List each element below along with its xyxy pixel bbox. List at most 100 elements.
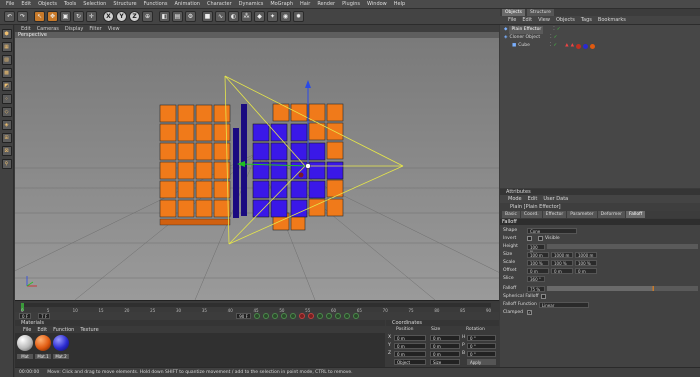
enabled-check-icon[interactable]: ✓ bbox=[554, 34, 558, 42]
start-frame-field[interactable]: 0 F bbox=[19, 313, 32, 319]
parameter-key-icon[interactable] bbox=[352, 313, 359, 319]
make-editable-icon[interactable]: ⬢ bbox=[1, 29, 12, 39]
rotation-key-icon[interactable] bbox=[343, 313, 350, 319]
position-z-field[interactable]: 0 m bbox=[394, 351, 426, 357]
end-frame-field[interactable]: 90 F bbox=[236, 313, 251, 319]
use-polygon-tool-icon[interactable]: ◈ bbox=[1, 120, 12, 130]
scale-key-icon[interactable] bbox=[334, 313, 341, 319]
previous-frame-icon[interactable] bbox=[262, 313, 269, 319]
redo-icon[interactable]: ↷ bbox=[17, 11, 28, 22]
menu-objects[interactable]: Objects bbox=[38, 1, 57, 7]
viewport-3d[interactable] bbox=[15, 38, 499, 300]
use-model-tool-icon[interactable]: ▦ bbox=[1, 42, 12, 52]
function-select[interactable]: Linear bbox=[538, 301, 589, 308]
attributes-menu-edit[interactable]: Edit bbox=[528, 196, 538, 202]
enabled-check-icon[interactable]: ✓ bbox=[557, 26, 561, 34]
x-axis-lock-icon[interactable]: X bbox=[103, 11, 114, 22]
keyframe-selection-icon[interactable] bbox=[316, 313, 323, 319]
apply-button[interactable]: Apply bbox=[467, 359, 496, 365]
move-tool-icon[interactable]: ✥ bbox=[47, 11, 58, 22]
tab-deformer[interactable]: Deformer bbox=[597, 211, 625, 218]
size-mode-select[interactable]: Size bbox=[430, 359, 460, 365]
menu-structure[interactable]: Structure bbox=[113, 1, 136, 7]
rotation-b-field[interactable]: 0 ° bbox=[467, 351, 496, 357]
tweak-mode-icon[interactable]: ⊠ bbox=[1, 146, 12, 156]
menu-window[interactable]: Window bbox=[367, 1, 387, 7]
go-to-end-icon[interactable] bbox=[289, 313, 296, 319]
viewport-menu-cameras[interactable]: Cameras bbox=[37, 26, 59, 32]
use-texture-tool-icon[interactable]: ▩ bbox=[1, 68, 12, 78]
menu-tools[interactable]: Tools bbox=[64, 1, 76, 7]
attributes-menu-user-data[interactable]: User Data bbox=[543, 196, 568, 202]
position-key-icon[interactable] bbox=[325, 313, 332, 319]
light-icon[interactable]: ✹ bbox=[293, 11, 304, 22]
tab-coord[interactable]: Coord. bbox=[520, 211, 542, 218]
material-swatch-blue[interactable] bbox=[53, 335, 69, 351]
render-settings-icon[interactable]: ⚙ bbox=[185, 11, 196, 22]
viewport-menu-display[interactable]: Display bbox=[65, 26, 83, 32]
menu-render[interactable]: Render bbox=[317, 1, 335, 7]
menu-selection[interactable]: Selection bbox=[83, 1, 106, 7]
objects-menu-objects[interactable]: Objects bbox=[556, 17, 575, 23]
slice-field[interactable]: 360 ° bbox=[527, 275, 545, 282]
enable-axis-icon[interactable]: ⊞ bbox=[1, 133, 12, 143]
use-object-tool-icon[interactable]: ▨ bbox=[1, 55, 12, 65]
object-row-cloner[interactable]: ◈ Cloner Object ⁚ ✓ bbox=[504, 34, 557, 42]
visibility-dots-icon[interactable]: ⁚ bbox=[550, 34, 551, 42]
viewport-menu-edit[interactable]: Edit bbox=[21, 26, 31, 32]
render-view-icon[interactable]: ◧ bbox=[159, 11, 170, 22]
material-tag-icon[interactable] bbox=[590, 43, 596, 49]
menu-functions[interactable]: Functions bbox=[144, 1, 168, 7]
recent-tool-icon[interactable]: ✛ bbox=[86, 11, 97, 22]
live-select-icon[interactable]: ↖ bbox=[34, 11, 45, 22]
timeline[interactable]: 0 5 10 15 20 25 30 35 40 45 50 55 60 65 70 75 80 85 90 bbox=[15, 300, 499, 313]
viewport-menu-filter[interactable]: Filter bbox=[89, 26, 101, 32]
snap-icon[interactable]: ⚲ bbox=[1, 159, 12, 169]
scale-y-field[interactable]: 100 % bbox=[551, 259, 573, 266]
tab-falloff[interactable]: Falloff bbox=[625, 211, 646, 218]
size-x-field[interactable]: 100 m bbox=[527, 251, 549, 258]
tab-structure[interactable]: Structure bbox=[527, 9, 554, 16]
tab-effector[interactable]: Effector bbox=[542, 211, 567, 218]
attributes-menu-mode[interactable]: Mode bbox=[508, 196, 522, 202]
material-swatch-orange[interactable] bbox=[35, 335, 51, 351]
material-tag-icon[interactable] bbox=[583, 43, 589, 49]
menu-mograph[interactable]: MoGraph bbox=[270, 1, 293, 7]
size-z-field[interactable]: 1000 m bbox=[575, 251, 597, 258]
size-y-field[interactable]: 0 m bbox=[430, 343, 460, 349]
offset-y-field[interactable]: 0 m bbox=[551, 267, 573, 274]
objects-menu-tags[interactable]: Tags bbox=[581, 17, 592, 23]
phong-tag-icon[interactable]: ▲ bbox=[565, 42, 568, 50]
spline-icon[interactable]: ∿ bbox=[215, 11, 226, 22]
clamped-checkbox[interactable]: ✓ bbox=[527, 310, 532, 315]
offset-x-field[interactable]: 0 m bbox=[527, 267, 549, 274]
materials-menu-function[interactable]: Function bbox=[53, 327, 74, 333]
shape-select[interactable]: Cone bbox=[527, 227, 577, 234]
materials-menu-edit[interactable]: Edit bbox=[37, 327, 47, 333]
materials-menu-file[interactable]: File bbox=[23, 327, 31, 333]
materials-menu-texture[interactable]: Texture bbox=[80, 327, 98, 333]
use-point-tool-icon[interactable]: ⁘ bbox=[1, 94, 12, 104]
size-y-field[interactable]: 1000 m bbox=[551, 251, 573, 258]
menu-file[interactable]: File bbox=[6, 1, 14, 7]
material-tag-icon[interactable] bbox=[576, 43, 582, 49]
enabled-check-icon[interactable]: ✓ bbox=[553, 42, 557, 50]
nurbs-icon[interactable]: ◐ bbox=[228, 11, 239, 22]
menu-help[interactable]: Help bbox=[394, 1, 405, 7]
invert-checkbox[interactable] bbox=[527, 236, 532, 241]
height-field[interactable]: 100 % bbox=[527, 243, 545, 255]
scale-z-field[interactable]: 100 % bbox=[575, 259, 597, 266]
objects-menu-file[interactable]: File bbox=[508, 17, 516, 23]
play-icon[interactable] bbox=[271, 313, 278, 319]
scene-icon[interactable]: ✦ bbox=[267, 11, 278, 22]
render-picture-viewer-icon[interactable]: ▤ bbox=[172, 11, 183, 22]
visibility-dots-icon[interactable]: ⁚ bbox=[550, 42, 551, 50]
objects-menu-bookmarks[interactable]: Bookmarks bbox=[598, 17, 626, 23]
height-slider[interactable] bbox=[547, 244, 698, 249]
material-swatch-white[interactable] bbox=[17, 335, 33, 351]
objects-menu-view[interactable]: View bbox=[538, 17, 550, 23]
viewport-menu-view[interactable]: View bbox=[108, 26, 120, 32]
texture-tag-icon[interactable]: ▲ bbox=[571, 42, 574, 50]
tab-parameter[interactable]: Parameter bbox=[567, 211, 597, 218]
menu-plugins[interactable]: Plugins bbox=[342, 1, 360, 7]
